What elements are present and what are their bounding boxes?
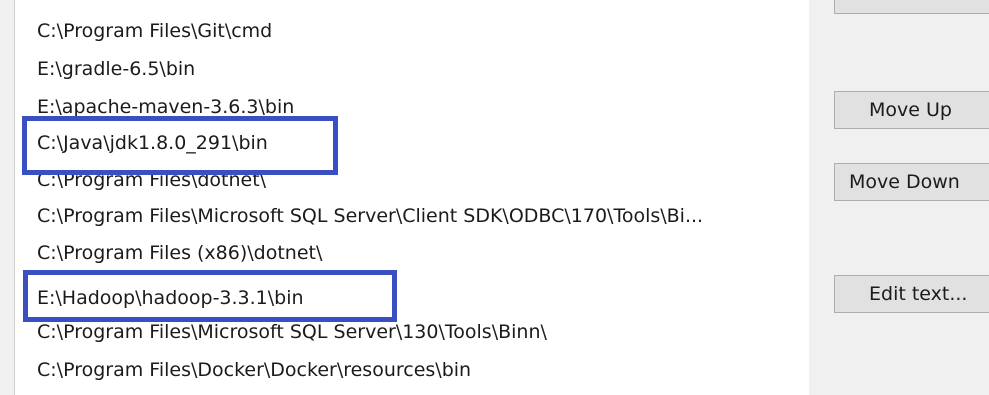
list-item-label: C:\Program Files (x86)\dotnet\ <box>37 242 323 264</box>
list-item-label: C:\Java\jdk1.8.0_291\bin <box>37 132 268 154</box>
cut-off-button[interactable] <box>834 0 989 14</box>
edit-text-label: Edit text... <box>869 283 968 305</box>
list-item-label: E:\Hadoop\hadoop-3.3.1\bin <box>37 287 304 309</box>
list-item[interactable]: E:\gradle-6.5\bin <box>15 54 807 85</box>
path-list[interactable]: C:\Program Files\Git\cmd E:\gradle-6.5\b… <box>14 0 810 395</box>
list-item[interactable]: C:\Program Files\Microsoft SQL Server\13… <box>15 317 807 348</box>
list-item[interactable]: C:\Program Files\Git\cmd <box>15 16 807 47</box>
list-item[interactable]: E:\apache-maven-3.6.3\bin <box>15 92 807 123</box>
list-item-label: C:\Program Files\dotnet\ <box>37 169 267 191</box>
move-up-label: Move Up <box>869 99 952 121</box>
move-down-label: Move Down <box>849 171 960 193</box>
list-item[interactable]: C:\Program Files\dotnet\ <box>15 165 807 196</box>
list-item-label: C:\Program Files\Microsoft SQL Server\Cl… <box>37 205 704 227</box>
list-item-label: C:\Program Files\Git\cmd <box>37 20 273 42</box>
list-item[interactable]: C:\Program Files (x86)\dotnet\ <box>15 238 807 269</box>
list-item-label: E:\gradle-6.5\bin <box>37 58 196 80</box>
list-item-label: C:\Program Files\Docker\Docker\resources… <box>37 359 472 381</box>
list-item-label: E:\apache-maven-3.6.3\bin <box>37 96 295 118</box>
list-item[interactable]: E:\Hadoop\hadoop-3.3.1\bin <box>15 283 807 314</box>
list-item[interactable]: C:\Java\jdk1.8.0_291\bin <box>15 128 807 159</box>
move-up-button[interactable]: Move Up <box>834 91 989 129</box>
edit-text-button[interactable]: Edit text... <box>834 275 989 313</box>
list-item-label: C:\Program Files\Microsoft SQL Server\13… <box>37 321 547 343</box>
move-down-button[interactable]: Move Down <box>834 163 989 201</box>
list-item[interactable]: C:\Program Files\Docker\Docker\resources… <box>15 355 807 386</box>
list-item[interactable]: C:\Program Files\Microsoft SQL Server\Cl… <box>15 201 807 232</box>
